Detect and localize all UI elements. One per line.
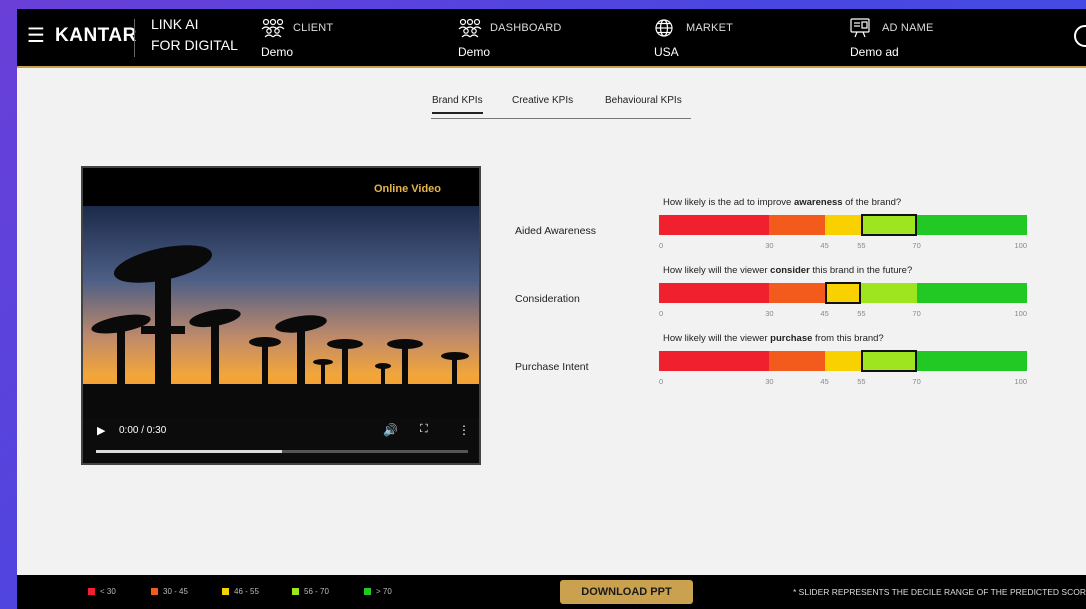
video-type-label: Online Video <box>373 183 441 195</box>
scale-segment <box>824 215 862 235</box>
scale-tick-label: 0 <box>659 241 664 250</box>
users-icon <box>261 18 285 38</box>
users-icon <box>458 18 482 38</box>
score-range-marker <box>861 350 917 372</box>
slider-footnote: * SLIDER REPRESENTS THE DECILE RANGE OF … <box>793 587 1086 597</box>
scale-tick-label: 30 <box>765 377 774 386</box>
scale-tick-label: 55 <box>857 377 866 386</box>
header-market-label: MARKET <box>686 22 734 34</box>
play-icon[interactable]: ▶ <box>97 424 105 437</box>
scale-segment <box>659 215 770 235</box>
kpi-question: How likely is the ad to improve awarenes… <box>663 197 902 208</box>
kpi-row-purchase-intent: How likely will the viewer purchase from… <box>515 333 1035 401</box>
header-market-value: USA <box>654 45 679 59</box>
legend-swatch <box>292 588 299 595</box>
legend-item: 46 - 55 <box>222 587 259 596</box>
product-name-line1: LINK AI <box>151 16 199 32</box>
score-range-marker <box>824 282 862 304</box>
scale-segment <box>769 283 825 303</box>
kpi-name: Consideration <box>515 293 580 305</box>
more-options-icon[interactable]: ⋮ <box>458 423 470 437</box>
scale-tick-label: 0 <box>659 309 664 318</box>
scale-tick-label: 100 <box>1014 377 1027 386</box>
legend-item: > 70 <box>364 587 392 596</box>
header-client-value: Demo <box>261 45 294 59</box>
video-frame <box>83 206 479 418</box>
scale-tick-label: 30 <box>765 309 774 318</box>
top-bar: ☰ KANTAR LINK AI FOR DIGITAL CLIENT Demo <box>17 9 1086 68</box>
scale-segment <box>769 351 825 371</box>
kpi-scale-ticks: 0 30 45 55 70 100 <box>659 309 1027 319</box>
scale-tick-label: 0 <box>659 377 664 386</box>
legend-swatch <box>88 588 95 595</box>
tab-creative-kpis[interactable]: Creative KPIs <box>512 95 573 112</box>
kpi-name: Purchase Intent <box>515 361 589 373</box>
scale-tick-label: 100 <box>1014 241 1027 250</box>
score-range-marker <box>861 214 917 236</box>
kpi-scale-ticks: 0 30 45 55 70 100 <box>659 377 1027 387</box>
product-name: LINK AI FOR DIGITAL <box>151 14 238 56</box>
scale-segment <box>824 351 862 371</box>
scale-segment <box>861 283 917 303</box>
product-name-line2: FOR DIGITAL <box>151 37 238 53</box>
video-player[interactable]: Online Video ▶ 0:00 / 0:30 🔊 ⛶ ⋮ <box>81 166 481 465</box>
header-client-label: CLIENT <box>293 22 334 34</box>
legend-item: 56 - 70 <box>292 587 329 596</box>
video-seek-bar[interactable] <box>96 450 468 453</box>
scale-segment <box>659 283 770 303</box>
kpi-score-slider <box>659 282 1027 304</box>
kpi-question: How likely will the viewer consider this… <box>663 265 913 276</box>
header-dashboard-label: DASHBOARD <box>490 22 562 34</box>
power-icon[interactable] <box>1074 25 1086 47</box>
kpi-name: Aided Awareness <box>515 225 596 237</box>
scale-tick-label: 100 <box>1014 309 1027 318</box>
scale-tick-label: 70 <box>912 241 921 250</box>
scale-segment <box>916 215 1027 235</box>
brand-logo: KANTAR <box>55 25 137 46</box>
tab-behavioural-kpis[interactable]: Behavioural KPIs <box>605 95 682 112</box>
scale-tick-label: 30 <box>765 241 774 250</box>
legend-swatch <box>364 588 371 595</box>
kpi-score-slider <box>659 214 1027 236</box>
video-seek-progress <box>96 450 282 453</box>
header-ad-name-value: Demo ad <box>850 45 899 59</box>
kpi-score-slider <box>659 350 1027 372</box>
scale-segment <box>659 351 770 371</box>
scale-segment <box>769 215 825 235</box>
scale-tick-label: 45 <box>820 309 829 318</box>
header-dashboard-value: Demo <box>458 45 491 59</box>
kpi-tabs: Brand KPIs Creative KPIs Behavioural KPI… <box>431 93 691 119</box>
scale-tick-label: 55 <box>857 241 866 250</box>
scale-tick-label: 55 <box>857 309 866 318</box>
legend-swatch <box>151 588 158 595</box>
fullscreen-icon[interactable]: ⛶ <box>420 423 428 436</box>
kpi-row-consideration: How likely will the viewer consider this… <box>515 265 1035 333</box>
header-divider <box>134 19 135 57</box>
video-controls: ▶ 0:00 / 0:30 🔊 ⛶ ⋮ <box>83 418 479 463</box>
header-ad-name-label: AD NAME <box>882 22 934 34</box>
scale-tick-label: 70 <box>912 377 921 386</box>
ad-icon <box>850 18 870 38</box>
legend-item: 30 - 45 <box>151 587 188 596</box>
legend-swatch <box>222 588 229 595</box>
video-time: 0:00 / 0:30 <box>119 425 167 436</box>
kpi-row-aided-awareness: How likely is the ad to improve awarenes… <box>515 197 1035 265</box>
volume-icon[interactable]: 🔊 <box>383 423 398 437</box>
footer-bar: < 30 30 - 45 46 - 55 56 - 70 > 70 DOWNLO… <box>17 575 1086 609</box>
tab-brand-kpis[interactable]: Brand KPIs <box>432 95 483 114</box>
scale-segment <box>916 283 1027 303</box>
download-ppt-button[interactable]: DOWNLOAD PPT <box>560 580 693 604</box>
globe-icon <box>655 19 673 37</box>
scale-tick-label: 45 <box>820 377 829 386</box>
scale-segment <box>916 351 1027 371</box>
scale-tick-label: 45 <box>820 241 829 250</box>
legend-item: < 30 <box>88 587 116 596</box>
kpi-question: How likely will the viewer purchase from… <box>663 333 884 344</box>
menu-icon[interactable]: ☰ <box>27 26 45 46</box>
app-window: ☰ KANTAR LINK AI FOR DIGITAL CLIENT Demo <box>17 9 1086 609</box>
scale-tick-label: 70 <box>912 309 921 318</box>
kpi-scale-ticks: 0 30 45 55 70 100 <box>659 241 1027 251</box>
